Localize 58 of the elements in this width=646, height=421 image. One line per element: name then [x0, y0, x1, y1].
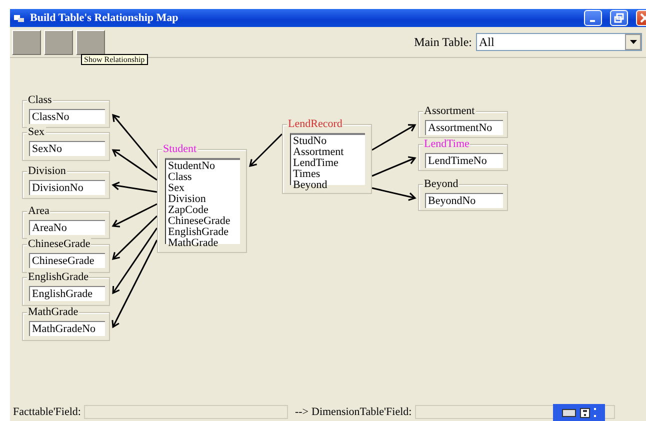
main-table-dropdown[interactable]: All: [476, 33, 642, 51]
key-field: ClassNo: [29, 109, 105, 124]
relationship-arrow: [248, 133, 283, 168]
caret-icon: [630, 40, 636, 44]
relationship-arrow: [372, 187, 416, 201]
main-table-label: Main Table:: [414, 34, 472, 50]
table-title: Beyond: [423, 178, 460, 190]
table-title: Assortment: [423, 105, 476, 117]
table-title: LendTime: [423, 138, 470, 150]
table-title: EnglishGrade: [27, 271, 90, 283]
restore-icon: [614, 13, 624, 23]
table-title: LendRecord: [287, 118, 344, 130]
field-list-item[interactable]: MathGrade: [168, 238, 240, 249]
toolbar-button[interactable]: [12, 30, 41, 54]
field-list-item[interactable]: LendTime: [293, 158, 365, 169]
restore-button[interactable]: [610, 10, 628, 26]
fact-field-label: Facttable'Field:: [13, 406, 81, 418]
key-field: AreaNo: [29, 220, 105, 235]
table-title: ChineseGrade: [27, 238, 92, 250]
field-list-item[interactable]: Beyond: [293, 180, 365, 191]
table-title: Area: [27, 205, 50, 217]
field-list-item[interactable]: Times: [293, 169, 365, 180]
key-field: ChineseGrade: [29, 253, 105, 268]
table-title: Division: [27, 165, 67, 177]
field-list-item[interactable]: Division: [168, 194, 240, 205]
key-field: EnglishGrade: [29, 286, 105, 301]
minimize-button[interactable]: [584, 10, 602, 26]
field-list-item[interactable]: Sex: [168, 183, 240, 194]
table-title: Sex: [27, 126, 46, 138]
fact-field[interactable]: [84, 405, 288, 419]
table-title: MathGrade: [27, 306, 80, 318]
grip-icon[interactable]: [594, 406, 596, 418]
toolbar-button[interactable]: [44, 30, 73, 54]
key-field: AssortmentNo: [425, 120, 503, 135]
dimension-field-label: DimensionTable'Field:: [312, 406, 412, 418]
key-field: MathGradeNo: [29, 321, 105, 336]
table-title: Class: [27, 94, 53, 106]
arrow-text: -->: [294, 406, 308, 418]
keyboard-icon[interactable]: [562, 408, 576, 416]
field-list-item[interactable]: EnglishGrade: [168, 227, 240, 238]
dropdown-button[interactable]: [625, 34, 641, 50]
field-list-item[interactable]: ChineseGrade: [168, 216, 240, 227]
relationship-arrow: [372, 124, 416, 151]
key-field: LendTimeNo: [425, 153, 503, 168]
tooltip: Show Relationship: [81, 54, 148, 65]
toolbar-button[interactable]: [76, 30, 105, 54]
key-field: BeyondNo: [425, 193, 503, 208]
key-field: DivisionNo: [29, 180, 105, 195]
field-list-item[interactable]: StudNo: [293, 136, 365, 147]
key-field: SexNo: [29, 141, 105, 156]
field-list-item[interactable]: Class: [168, 172, 240, 183]
field-list-item[interactable]: StudentNo: [168, 161, 240, 172]
field-list-item[interactable]: ZapCode: [168, 205, 240, 216]
window-title: Build Table's Relationship Map: [30, 12, 178, 24]
table-title: Student: [162, 143, 198, 155]
field-list-item[interactable]: Assortment: [293, 147, 365, 158]
relationship-arrow: [372, 156, 416, 177]
app-icon: [14, 14, 24, 22]
